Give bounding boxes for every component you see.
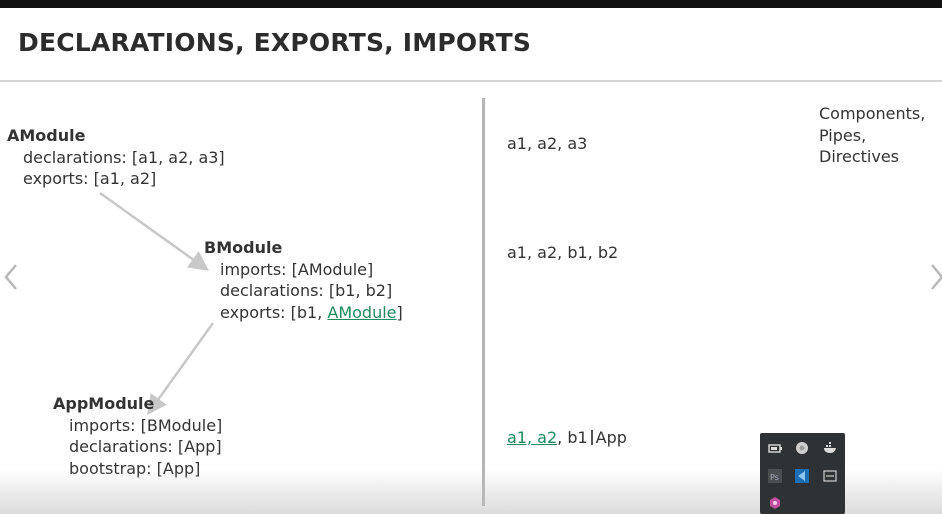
scope-a-module: a1, a2, a3 <box>507 134 588 153</box>
chevron-right-icon[interactable] <box>928 262 942 292</box>
b-module-exports: exports: [b1, AModule] <box>204 302 403 324</box>
slide-title: DECLARATIONS, EXPORTS, IMPORTS <box>18 28 532 57</box>
scope-app-module: a1, a2, b1 App <box>507 428 627 447</box>
b-module-exports-prefix: exports: [b1, <box>220 302 328 322</box>
svg-text:Ps: Ps <box>770 473 779 482</box>
scope-app-rest: App <box>595 428 627 447</box>
scope-b-module: a1, a2, b1, b2 <box>507 243 619 262</box>
system-tray-popup: Ps <box>760 433 845 514</box>
title-divider <box>0 80 942 82</box>
battery-icon[interactable] <box>768 441 782 455</box>
category-components: Components, <box>819 104 926 123</box>
arrow-a-to-b <box>99 191 210 271</box>
docker-icon[interactable] <box>823 441 837 455</box>
b-module-exports-suffix: ] <box>396 302 403 322</box>
categories-list: Components, Pipes, Directives <box>819 103 925 168</box>
app-icon[interactable] <box>768 496 782 510</box>
app-module-declarations: declarations: [App] <box>69 437 222 456</box>
a-module-block: AModule declarations: [a1, a2, a3] expor… <box>7 125 225 190</box>
app-module-name: AppModule <box>53 394 155 413</box>
b-module-block: BModule imports: [AModule] declarations:… <box>204 237 403 323</box>
top-bar <box>0 0 942 8</box>
scope-app-link[interactable]: a1, a2 <box>507 428 557 447</box>
b-module-declarations: declarations: [b1, b2] <box>220 281 393 300</box>
scope-app-mid: , b1 <box>557 428 588 447</box>
app-module-block: AppModule imports: [BModule] declaration… <box>53 393 222 479</box>
chrome-icon[interactable] <box>795 441 809 455</box>
category-directives: Directives <box>819 147 899 166</box>
text-cursor-icon <box>590 430 593 445</box>
b-module-name: BModule <box>204 238 283 257</box>
photoshop-icon[interactable]: Ps <box>768 469 782 483</box>
chevron-left-icon[interactable] <box>2 262 20 292</box>
app-module-imports: imports: [BModule] <box>69 415 223 435</box>
a-module-exports: exports: [a1, a2] <box>23 169 157 188</box>
terminal-icon[interactable] <box>823 469 837 483</box>
a-module-name: AModule <box>7 126 86 145</box>
category-pipes: Pipes, <box>819 125 867 145</box>
column-divider <box>482 98 485 506</box>
b-module-exports-link[interactable]: AModule <box>327 303 396 322</box>
b-module-imports: imports: [AModule] <box>220 259 374 279</box>
vscode-icon[interactable] <box>795 469 809 483</box>
a-module-declarations: declarations: [a1, a2, a3] <box>23 147 225 167</box>
